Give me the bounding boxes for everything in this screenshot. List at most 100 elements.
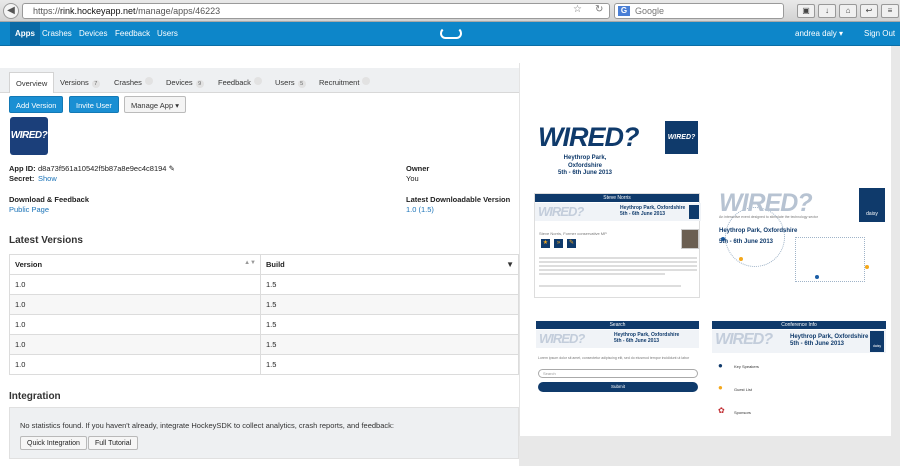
app-screens-overlay: WIRED? Heythrop Park, Oxfordshire 5th - … [519, 63, 891, 436]
reload-icon[interactable]: ↻ [595, 4, 603, 15]
url-path: /manage/apps/46223 [135, 6, 221, 16]
banner-venue: Heythrop Park, Oxfordshire 5th - 6th June… [790, 334, 868, 348]
search-placeholder: Google [635, 6, 665, 16]
dot [865, 265, 869, 269]
venue-line-2: Oxfordshire [567, 162, 602, 169]
conference-item[interactable]: Guest List [734, 387, 752, 392]
home-icon[interactable]: ⌂ [839, 4, 857, 18]
browser-toolbar: ◀ https://rink.hockeyapp.net/manage/apps… [0, 0, 900, 22]
banner-logo: WIRED? [539, 331, 585, 346]
tab-crashes[interactable]: Crashes [114, 72, 153, 93]
circuit-pattern [795, 237, 865, 282]
person-icon: ● [718, 361, 723, 370]
tab-devices[interactable]: Devices 9 [166, 72, 204, 93]
submit-button[interactable]: Submit [538, 382, 698, 392]
build-cell: 1.5 [260, 274, 519, 295]
dot [815, 275, 819, 279]
integration-heading: Integration [9, 391, 61, 402]
bookmark-star-icon[interactable]: ☆ [573, 4, 582, 15]
column-header-version[interactable]: Version ▲▼ [9, 254, 261, 275]
count-badge [144, 77, 153, 85]
edit-icon[interactable]: ✎ [567, 239, 576, 248]
integration-message: No statistics found. If you haven't alre… [20, 421, 394, 430]
count-badge: 9 [195, 80, 204, 88]
dates-text: 5th - 6th June 2013 [614, 338, 660, 344]
dates-text: 5th - 6th June 2013 [790, 341, 845, 347]
nav-apps[interactable]: Apps [10, 22, 40, 46]
download-icon[interactable]: ↓ [818, 4, 836, 18]
tab-users[interactable]: Users 5 [275, 72, 306, 93]
back-arrow-icon[interactable]: ↩ [860, 4, 878, 18]
count-badge [362, 77, 371, 85]
manage-app-button[interactable]: Manage App ▾ [124, 96, 186, 113]
tab-label: Users [275, 78, 295, 87]
table-row[interactable]: 1.0 1.5 [9, 314, 519, 335]
speaker-photo [681, 229, 699, 249]
tab-overview[interactable]: Overview [9, 72, 55, 93]
conference-item[interactable]: Sponsors [734, 410, 751, 415]
tab-label: Crashes [114, 78, 142, 87]
user-menu[interactable]: andrea daly ▾ [795, 22, 843, 46]
search-field[interactable]: Search [538, 369, 698, 378]
secret-show-link[interactable]: Show [38, 174, 57, 183]
google-icon: G [618, 6, 630, 16]
search-screen: Search WIRED? Heythrop Park, Oxfordshire… [536, 321, 699, 401]
invite-user-button[interactable]: Invite User [69, 96, 119, 113]
dates-text: 5th - 6th June 2013 [719, 239, 774, 245]
caret-down-icon: ▾ [175, 101, 179, 110]
public-page-link[interactable]: Public Page [9, 205, 49, 214]
back-icon[interactable]: ◀ [3, 3, 19, 19]
top-navigation: Apps Crashes Devices Feedback Users andr… [0, 22, 900, 46]
latest-version-link[interactable]: 1.0 (1.5) [406, 205, 434, 214]
table-row[interactable]: 1.0 1.5 [9, 294, 519, 315]
dot [739, 257, 743, 261]
version-cell: 1.0 [9, 274, 261, 295]
full-tutorial-button[interactable]: Full Tutorial [88, 436, 139, 450]
wrench-icon[interactable]: ✎ [169, 164, 175, 173]
star-icon[interactable]: ★ [541, 239, 550, 248]
owner-value: You [406, 174, 419, 183]
banner: WIRED? Heythrop Park, Oxfordshire 5th - 6… [712, 330, 886, 353]
nav-feedback[interactable]: Feedback [115, 22, 150, 46]
speaker-screen: Steve Norris WIRED? Heythrop Park, Oxfor… [534, 193, 701, 298]
user-name: andrea daly [795, 29, 837, 38]
quick-integration-button[interactable]: Quick Integration [20, 436, 87, 450]
app-icon-preview: WIRED? [665, 121, 698, 154]
search-input[interactable]: G Google [614, 3, 784, 19]
tab-label: Versions [60, 78, 89, 87]
latest-versions-heading: Latest Versions [9, 235, 83, 246]
build-cell: 1.5 [260, 354, 519, 375]
chevron-down-icon: ▾ [839, 29, 844, 38]
count-badge: 7 [91, 80, 100, 88]
table-row[interactable]: 1.0 1.5 [9, 334, 519, 355]
conference-item[interactable]: Key Speakers [734, 364, 759, 369]
tab-recruitment[interactable]: Recruitment [319, 72, 371, 93]
speaker-subtitle: Steve Norris, Former conservative MP [539, 231, 607, 236]
nav-users[interactable]: Users [157, 22, 178, 46]
sort-desc-icon: ▼ [506, 260, 514, 269]
sign-out-link[interactable]: Sign Out [864, 22, 895, 46]
add-version-button[interactable]: Add Version [9, 96, 64, 113]
tab-versions[interactable]: Versions 7 [60, 72, 100, 93]
tablet-splash-screen: WIRED? An interactive event designed to … [715, 187, 886, 292]
nav-crashes[interactable]: Crashes [42, 22, 72, 46]
wired-logo: WIRED? [538, 122, 639, 152]
menu-icon[interactable]: ≡ [881, 4, 899, 18]
tab-feedback[interactable]: Feedback [218, 72, 262, 93]
app-id-text: d8a73f561a10542f5b87a8e9ec4c8194 [38, 164, 167, 173]
table-row[interactable]: 1.0 1.5 [9, 274, 519, 295]
column-header-build[interactable]: Build ▼ [260, 254, 519, 275]
hockeyapp-logo-icon[interactable] [440, 27, 462, 39]
table-row[interactable]: 1.0 1.5 [9, 354, 519, 375]
version-cell: 1.0 [9, 334, 261, 355]
url-bar[interactable]: https://rink.hockeyapp.net/manage/apps/4… [22, 3, 610, 19]
download-feedback-label: Download & Feedback [9, 195, 90, 204]
versions-table: Version ▲▼ Build ▼ 1.0 1.5 1.0 1.5 1.0 1.5 1.… [9, 254, 519, 375]
search-header: Search [536, 321, 699, 329]
search-hint: Lorem ipsum dolor sit amet, consectetur … [538, 356, 690, 360]
linkedin-icon[interactable]: » [554, 239, 563, 248]
splash-venue: Heythrop Park, Oxfordshire 5th - 6th Jun… [550, 155, 620, 178]
screenshot-icon[interactable]: ▣ [797, 4, 815, 18]
banner-venue: Heythrop Park, Oxfordshire 5th - 6th June… [614, 332, 679, 344]
nav-devices[interactable]: Devices [79, 22, 107, 46]
